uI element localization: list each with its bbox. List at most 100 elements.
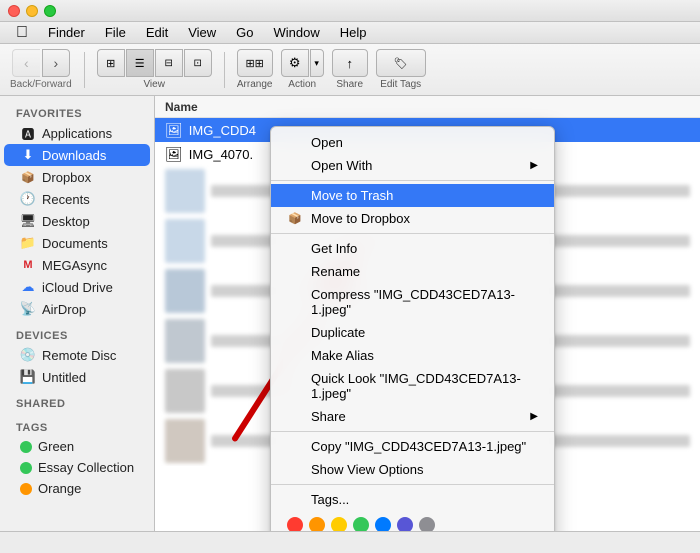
- menu-help[interactable]: Help: [332, 23, 375, 42]
- arrange-btn[interactable]: ⊞⊞: [237, 49, 273, 77]
- sidebar-item-label: Orange: [38, 481, 81, 496]
- recents-icon: 🕐: [20, 191, 36, 207]
- status-bar: [0, 531, 700, 553]
- ctx-tags[interactable]: Tags...: [271, 488, 554, 511]
- menu-window[interactable]: Window: [266, 23, 328, 42]
- ctx-compress[interactable]: Compress "IMG_CDD43CED7A13-1.jpeg": [271, 283, 554, 321]
- nav-label: Back/Forward: [10, 79, 72, 90]
- forward-button[interactable]: ›: [42, 49, 70, 77]
- toolbar-sep-1: [84, 52, 85, 88]
- action-group[interactable]: ⚙ ▾ Action: [281, 49, 324, 90]
- ctx-quicklook-label: Quick Look "IMG_CDD43CED7A13-1.jpeg": [311, 371, 538, 401]
- favorites-header: Favorites: [0, 104, 154, 122]
- sidebar-item-documents[interactable]: 📁 Documents: [4, 232, 150, 254]
- ctx-tag-green[interactable]: [353, 517, 369, 531]
- ctx-tag-yellow[interactable]: [331, 517, 347, 531]
- tag-orange-icon: [20, 483, 32, 495]
- edittags-btn[interactable]: 🏷: [376, 49, 426, 77]
- ctx-rename-label: Rename: [311, 264, 360, 279]
- sidebar-item-tag-green[interactable]: Green: [4, 436, 150, 457]
- ctx-tag-red[interactable]: [287, 517, 303, 531]
- ctx-move-to-trash[interactable]: Move to Trash: [271, 184, 554, 207]
- ctx-tag-purple[interactable]: [397, 517, 413, 531]
- sidebar-item-desktop[interactable]: 🖥 Desktop: [4, 210, 150, 232]
- sidebar-item-icloud[interactable]: ☁ iCloud Drive: [4, 276, 150, 298]
- share-btn[interactable]: ↑: [332, 49, 368, 77]
- ctx-get-info[interactable]: Get Info: [271, 237, 554, 260]
- ctx-dropbox-icon: 📦: [287, 212, 303, 225]
- sidebar-item-dropbox[interactable]: 📦 Dropbox: [4, 166, 150, 188]
- ctx-quick-look[interactable]: Quick Look "IMG_CDD43CED7A13-1.jpeg": [271, 367, 554, 405]
- context-menu: Open Open With ▶ Move to Trash 📦 Move to…: [270, 126, 555, 531]
- ctx-rename[interactable]: Rename: [271, 260, 554, 283]
- ctx-sep-2: [271, 233, 554, 234]
- sidebar-item-label: Untitled: [42, 370, 86, 385]
- ctx-make-alias[interactable]: Make Alias: [271, 344, 554, 367]
- menu-go[interactable]: Go: [228, 23, 261, 42]
- airdrop-icon: 📡: [20, 301, 36, 317]
- share-label: Share: [336, 79, 363, 90]
- documents-icon: 📁: [20, 235, 36, 251]
- apple-menu[interactable]: : [8, 22, 36, 44]
- view-icon-btn[interactable]: ⊞: [97, 49, 125, 77]
- minimize-button[interactable]: [26, 5, 38, 17]
- ctx-sep-4: [271, 484, 554, 485]
- sidebar-item-untitled[interactable]: 💾 Untitled: [4, 366, 150, 388]
- untitled-icon: 💾: [20, 369, 36, 385]
- sidebar-item-tag-essay[interactable]: Essay Collection: [4, 457, 150, 478]
- ctx-viewopts-label: Show View Options: [311, 462, 424, 477]
- arrange-group[interactable]: ⊞⊞ Arrange: [237, 49, 273, 90]
- ctx-open-label: Open: [311, 135, 343, 150]
- menu-view[interactable]: View: [180, 23, 224, 42]
- content-area: Name 🖼 IMG_CDD4 🖼 IMG_4070.: [155, 96, 700, 531]
- ctx-share[interactable]: Share ▶: [271, 405, 554, 428]
- sidebar-item-mega[interactable]: M MEGAsync: [4, 254, 150, 276]
- ctx-copy[interactable]: Copy "IMG_CDD43CED7A13-1.jpeg": [271, 435, 554, 458]
- ctx-move-to-dropbox[interactable]: 📦 Move to Dropbox: [271, 207, 554, 230]
- menu-file[interactable]: File: [97, 23, 134, 42]
- remotedisc-icon: 💿: [20, 347, 36, 363]
- sidebar-item-label: iCloud Drive: [42, 280, 113, 295]
- ctx-sep-1: [271, 180, 554, 181]
- sidebar-item-applications[interactable]: 🅰 Applications: [4, 122, 150, 144]
- sidebar-item-label: Essay Collection: [38, 460, 134, 475]
- back-button[interactable]: ‹: [12, 49, 40, 77]
- ctx-color-tags-row: [271, 511, 554, 531]
- ctx-tag-orange[interactable]: [309, 517, 325, 531]
- sidebar-item-tag-orange[interactable]: Orange: [4, 478, 150, 499]
- sidebar-item-label: AirDrop: [42, 302, 86, 317]
- ctx-trash-label: Move to Trash: [311, 188, 393, 203]
- action-dropdown[interactable]: ▾: [310, 49, 324, 77]
- action-btn[interactable]: ⚙: [281, 49, 309, 77]
- content-header: Name: [155, 96, 700, 118]
- view-list-btn[interactable]: ☰: [126, 49, 154, 77]
- sidebar-item-recents[interactable]: 🕐 Recents: [4, 188, 150, 210]
- nav-buttons: ‹ ›: [12, 49, 70, 77]
- maximize-button[interactable]: [44, 5, 56, 17]
- ctx-open-with[interactable]: Open With ▶: [271, 154, 554, 177]
- sidebar-item-airdrop[interactable]: 📡 AirDrop: [4, 298, 150, 320]
- ctx-openwith-label: Open With: [311, 158, 372, 173]
- sidebar-item-remotedisc[interactable]: 💿 Remote Disc: [4, 344, 150, 366]
- toolbar: ‹ › Back/Forward ⊞ ☰ ⊟ ⊡ View ⊞⊞ Arrange…: [0, 44, 700, 96]
- ctx-sep-3: [271, 431, 554, 432]
- sidebar-item-downloads[interactable]: ⬇ Downloads: [4, 144, 150, 166]
- view-columns-btn[interactable]: ⊟: [155, 49, 183, 77]
- ctx-tag-gray[interactable]: [419, 517, 435, 531]
- ctx-open[interactable]: Open: [271, 131, 554, 154]
- menu-finder[interactable]: Finder: [40, 23, 93, 42]
- thumbnail-3: [165, 269, 205, 313]
- desktop-icon: 🖥: [20, 213, 36, 229]
- close-button[interactable]: [8, 5, 20, 17]
- ctx-tag-blue[interactable]: [375, 517, 391, 531]
- dropbox-icon: 📦: [20, 169, 36, 185]
- ctx-duplicate[interactable]: Duplicate: [271, 321, 554, 344]
- edittags-group[interactable]: 🏷 Edit Tags: [376, 49, 426, 90]
- ctx-show-view-options[interactable]: Show View Options: [271, 458, 554, 481]
- ctx-duplicate-label: Duplicate: [311, 325, 365, 340]
- downloads-icon: ⬇: [20, 147, 36, 163]
- menu-edit[interactable]: Edit: [138, 23, 176, 42]
- view-coverflow-btn[interactable]: ⊡: [184, 49, 212, 77]
- sidebar-item-label: Applications: [42, 126, 112, 141]
- share-group[interactable]: ↑ Share: [332, 49, 368, 90]
